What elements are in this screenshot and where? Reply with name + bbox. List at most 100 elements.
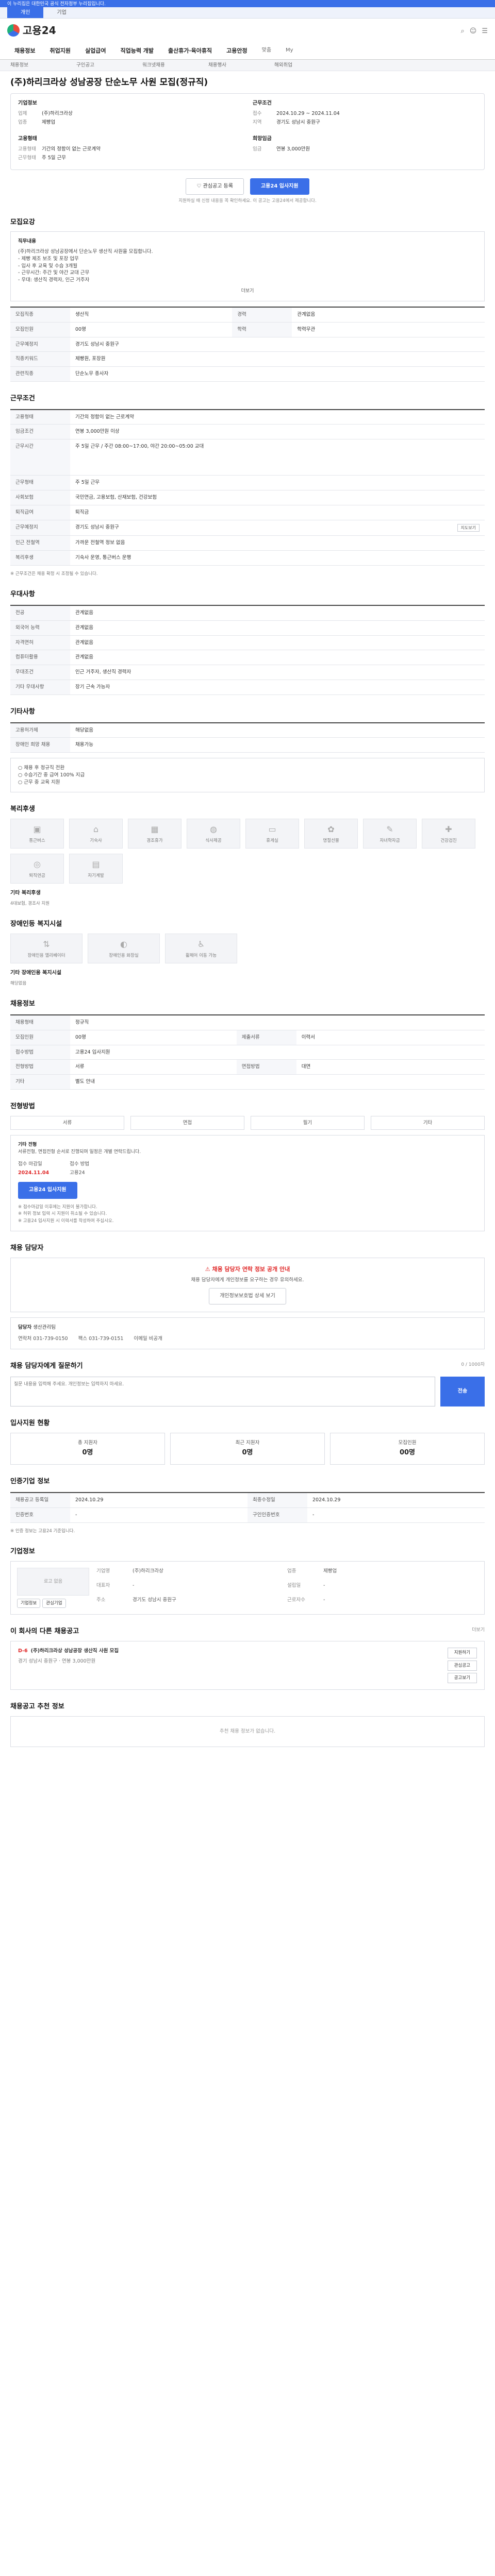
house-icon: ⌂ <box>93 824 99 835</box>
job-title: (주)하리크라상 성남공장 단순노무 사원 모집(정규직) <box>10 77 208 88</box>
welfare-item: ▦ 경조휴가 <box>128 819 182 849</box>
section-title: 기업정보 <box>10 1548 35 1556</box>
section-title: 채용 담당자 <box>10 1244 44 1252</box>
subnav-item[interactable]: 해외취업 <box>274 60 340 71</box>
nav-item[interactable]: 출산휴가·육아휴직 <box>161 47 219 55</box>
nav-item[interactable]: 채용정보 <box>7 47 42 55</box>
user-type-tabs: 개인 기업 <box>0 7 495 19</box>
apply-button[interactable]: 고용24 입사지원 <box>250 178 309 195</box>
privacy-button[interactable]: 개인정보보호법 상세 보기 <box>209 1287 286 1305</box>
section-title: 근무조건 <box>10 394 35 402</box>
nav-item[interactable]: 고용안정 <box>219 47 254 55</box>
section-title: 채용공고 추천 정보 <box>10 1703 64 1711</box>
facility-grid: ⇅ 장애인용 엘리베이터 ◐ 장애인용 화장실 ♿ 휠체어 이동 가능 <box>10 934 485 964</box>
job-summary: 기업정보 업체 (주)하리크라상 업종 제빵업 고용형태 고용형태 기간의 정함이 없… <box>10 93 485 170</box>
user-icon[interactable]: ☺ <box>470 27 477 37</box>
nav-item[interactable]: 맞춤 <box>255 47 278 55</box>
welfare-item: ◍ 식사제공 <box>187 819 240 849</box>
welfare-item: ▤ 자기계발 <box>69 854 123 884</box>
send-button[interactable]: 전송 <box>440 1376 485 1406</box>
other-job-card[interactable]: D-6 (주)하리크라상 성남공장 생산직 사원 모집 경기 성남시 중원구 · … <box>10 1641 485 1690</box>
recommendation-empty: 추천 채용 정보가 없습니다. <box>10 1716 485 1748</box>
map-button[interactable]: 지도보기 <box>457 523 480 532</box>
summary-label: 근무조건 <box>253 100 272 106</box>
wheelchair-icon: ♿ <box>197 939 205 950</box>
global-nav: 채용정보 취업지원 실업급여 직업능력 개발 출산휴가·육아휴직 고용안정 맞춤… <box>0 42 495 60</box>
company-logo: 로고 없음 <box>17 1568 89 1596</box>
section-title: 복리후생 <box>10 805 35 814</box>
section-title: 전형방법 <box>10 1102 35 1110</box>
etc-table: 고용허가제 해당없음 장애인 희망 채용 채용가능 <box>10 722 485 753</box>
welfare-grid: ▣ 통근버스 ⌂ 기숙사 ▦ 경조휴가 ◍ 식사제공 ▭ 휴게실 ✿ 명절선물 ✎ 자녀학자금… <box>10 819 485 884</box>
tab-company[interactable]: 기업 <box>43 7 79 18</box>
screening-methods: 서류 면접 필기 기타 <box>10 1115 485 1130</box>
menu-icon[interactable]: ☰ <box>482 27 488 37</box>
section-title: 모집요강 <box>10 218 35 226</box>
more-link[interactable]: 더보기 <box>472 1627 485 1637</box>
summary-label: 고용형태 <box>18 135 37 142</box>
welfare-item: ✿ 명절선물 <box>304 819 358 849</box>
tab-personal[interactable]: 개인 <box>7 7 44 18</box>
screening-info: 기타 전형 서류전형, 면접전형 순서로 진행되며 일정은 개별 연락드립니다.… <box>10 1135 485 1232</box>
sofa-icon: ▭ <box>268 824 276 835</box>
favorite-company-button[interactable]: 관심기업 <box>42 1599 66 1608</box>
section-title: 기타사항 <box>10 707 35 716</box>
job-description: 직무내용 (주)하리크라상 성남공장에서 단순노무 생산직 사원을 모집합니다.… <box>10 231 485 301</box>
facility-item: ⇅ 장애인용 엘리베이터 <box>10 934 82 964</box>
nav-item[interactable]: 실업급여 <box>78 47 113 55</box>
site-header: 고용24 ⌕ ☺ ☰ <box>0 19 495 42</box>
welfare-item: ▭ 휴게실 <box>245 819 299 849</box>
gov-banner: 이 누리집은 대한민국 공식 전자정부 누리집입니다. <box>0 0 495 7</box>
coin-icon: ◎ <box>34 859 41 870</box>
elevator-icon: ⇅ <box>43 939 50 950</box>
nav-item[interactable]: 취업지원 <box>42 47 77 55</box>
subnav-item[interactable]: 채용행사 <box>208 60 274 71</box>
welfare-item: ⌂ 기숙사 <box>69 819 123 849</box>
section-title: 우대사항 <box>10 590 35 599</box>
apply-note: 지원하실 때 신청 내용을 꼭 확인하세요. 이 공고는 고용24에서 제공합니… <box>178 198 317 204</box>
search-icon[interactable]: ⌕ <box>461 27 465 37</box>
subnav-item[interactable]: 구인공고 <box>76 60 142 71</box>
welfare-item: ▣ 통근버스 <box>10 819 64 849</box>
hiring-table: 채용형태 정규직 모집인원 00명 제출서류 이력서 접수방법 고용24 입사지원 전형방… <box>10 1014 485 1090</box>
health-icon: ✚ <box>445 824 452 835</box>
contact-info: 담당자 생산관리팀 연락처 031-739-0150 팩스 031-739-01… <box>10 1317 485 1349</box>
book-icon: ▤ <box>92 859 100 870</box>
method-item: 면접 <box>130 1115 244 1130</box>
bus-icon: ▣ <box>33 824 41 835</box>
section-title: 채용정보 <box>10 1000 35 1008</box>
heart-icon: ♡ <box>196 183 203 189</box>
applicant-stats: 총 지원자 0명 최근 지원자 0명 모집인원 00명 <box>10 1432 485 1465</box>
scrap-button[interactable]: ♡ 관심공고 등록 <box>186 178 244 195</box>
question-input[interactable] <box>10 1376 435 1406</box>
cert-table: 채용공고 등록일 2024.10.29 최종수정일 2024.10.29 인증번호 - 구… <box>10 1492 485 1523</box>
method-item: 필기 <box>251 1115 365 1130</box>
section-title: 장애인등 복지시설 <box>10 920 62 928</box>
gift-icon: ✿ <box>327 824 335 835</box>
toilet-icon: ◐ <box>120 939 127 950</box>
apply-button-2[interactable]: 고용24 입사지원 <box>18 1182 77 1199</box>
facility-item: ◐ 장애인용 화장실 <box>88 934 160 964</box>
header-icons: ⌕ ☺ ☰ <box>461 27 488 37</box>
more-button[interactable]: 더보기 <box>18 288 477 295</box>
sub-nav: 채용정보 구인공고 워크넷채용 채용행사 해외취업 <box>0 60 495 71</box>
subnav-item[interactable]: 워크넷채용 <box>142 60 208 71</box>
preference-table: 전공 관계없음 외국어 능력 관계없음 자격면허 관계없음 컴퓨터활용 관계없음 우대조… <box>10 605 485 695</box>
card-action-button[interactable]: 지원하기 <box>447 1648 477 1658</box>
recruit-table: 모집직종 생산직 경력 관계없음 모집인원 00명 학력 학력무관 근무예정지 경기도 성남시… <box>10 306 485 382</box>
nav-item[interactable]: My <box>278 47 301 55</box>
logo-mark-icon <box>7 24 20 37</box>
calendar-icon: ▦ <box>151 824 159 835</box>
subnav-item[interactable]: 채용정보 <box>10 60 76 71</box>
meal-icon: ◍ <box>210 824 217 835</box>
etc-notes: ○ 채용 후 정규직 전환 ○ 수습기간 중 급여 100% 지급 ○ 근무 중 교… <box>10 758 485 793</box>
company-card: 로고 없음 기업정보 관심기업 기업명 (주)하리크라상 업종 제빵업 대표자 - 설립일… <box>10 1561 485 1615</box>
card-action-button[interactable]: 공고보기 <box>447 1672 477 1684</box>
card-action-button[interactable]: 관심공고 <box>447 1660 477 1671</box>
conditions-table: 고용형태 기간의 정함이 없는 근로계약 임금조건 연봉 3,000만원 이상 근무… <box>10 409 485 566</box>
method-item: 서류 <box>10 1115 124 1130</box>
site-logo[interactable]: 고용24 <box>7 23 56 38</box>
nav-item[interactable]: 직업능력 개발 <box>113 47 161 55</box>
deadline: 2024.11.04 <box>18 1170 50 1176</box>
company-info-button[interactable]: 기업정보 <box>17 1599 41 1608</box>
